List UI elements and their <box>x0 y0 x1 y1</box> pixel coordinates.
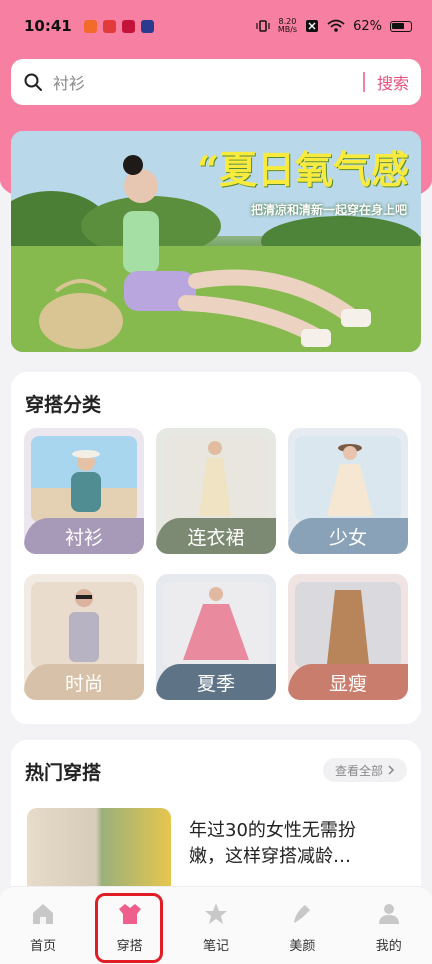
chevron-right-icon <box>388 765 395 775</box>
category-photo <box>295 582 401 668</box>
search-divider <box>362 72 365 92</box>
category-label: 显瘦 <box>328 672 367 695</box>
see-all-button[interactable]: 查看全部 <box>322 758 407 782</box>
category-label-background: 连衣裙 <box>156 518 276 554</box>
category-card-dress[interactable]: 连衣裙 <box>156 428 276 554</box>
category-label-background: 时尚 <box>24 664 144 700</box>
category-photo <box>163 582 269 668</box>
app-notification-icon <box>102 19 116 33</box>
category-card-girl[interactable]: 少女 <box>288 428 408 554</box>
nav-notes[interactable]: 笔记 <box>184 901 248 954</box>
category-card-slim[interactable]: 显瘦 <box>288 574 408 700</box>
category-label: 少女 <box>328 526 367 549</box>
category-label: 时尚 <box>64 672 103 695</box>
status-bar: 10:41 8.20 MB/s 62% <box>0 0 432 52</box>
banner-headline: “夏日氧气感 <box>197 147 409 192</box>
video-notification-icon <box>140 19 154 33</box>
banner-subtitle: 把清凉和清新一起穿在身上吧 <box>250 203 407 217</box>
nav-label: 我的 <box>375 939 402 954</box>
category-label-background: 少女 <box>288 518 408 554</box>
battery-icon <box>390 20 412 32</box>
category-label: 连衣裙 <box>187 526 245 549</box>
nav-label: 笔记 <box>202 939 229 954</box>
category-photo <box>295 436 401 522</box>
article-title[interactable]: 年过30的女性无需扮嫩，这样穿搭减龄… <box>189 818 389 870</box>
bottom-navigation: 首页 穿搭 笔记 美颜 我的 <box>0 886 432 964</box>
search-button[interactable]: 搜索 <box>377 70 409 94</box>
nav-label: 首页 <box>30 939 57 954</box>
status-time: 10:41 <box>24 17 72 35</box>
sim-icon <box>306 20 319 32</box>
section-title: 热门穿搭 <box>25 762 102 784</box>
profile-icon <box>378 904 399 924</box>
nav-home[interactable]: 首页 <box>11 901 75 954</box>
category-photo <box>163 436 269 522</box>
nav-profile[interactable]: 我的 <box>357 901 421 954</box>
search-icon <box>24 73 42 91</box>
search-input[interactable]: 衬衫 <box>53 70 363 94</box>
app-notification-icon <box>83 19 97 33</box>
category-label-background: 显瘦 <box>288 664 408 700</box>
category-photo <box>31 436 137 522</box>
category-card-fashion[interactable]: 时尚 <box>24 574 144 700</box>
mail-notification-icon <box>121 19 135 33</box>
selection-highlight <box>95 893 163 963</box>
category-card-shirt[interactable]: 衬衫 <box>24 428 144 554</box>
category-card-summer[interactable]: 夏季 <box>156 574 276 700</box>
promo-banner[interactable]: “夏日氧气感 把清凉和清新一起穿在身上吧 <box>11 131 421 352</box>
vibrate-icon <box>256 20 270 32</box>
category-label-background: 夏季 <box>156 664 276 700</box>
nav-label: 美颜 <box>289 939 316 954</box>
category-label-background: 衬衫 <box>24 518 144 554</box>
category-label: 夏季 <box>196 672 235 695</box>
category-photo <box>31 582 137 668</box>
star-notes-icon <box>204 903 227 924</box>
battery-percentage: 62% <box>353 18 382 34</box>
beauty-icon <box>294 905 311 923</box>
category-label: 衬衫 <box>64 526 103 549</box>
home-icon <box>33 904 54 924</box>
search-bar[interactable]: 衬衫 搜索 <box>11 59 421 105</box>
nav-beauty[interactable]: 美颜 <box>270 901 334 954</box>
section-title: 穿搭分类 <box>25 394 102 416</box>
category-section: 穿搭分类 衬衫 连衣裙 少女 时尚 夏季 显瘦 <box>11 372 421 724</box>
see-all-label: 查看全部 <box>334 763 383 778</box>
wifi-icon <box>327 19 345 32</box>
network-speed: 8.20 MB/s <box>277 17 298 34</box>
